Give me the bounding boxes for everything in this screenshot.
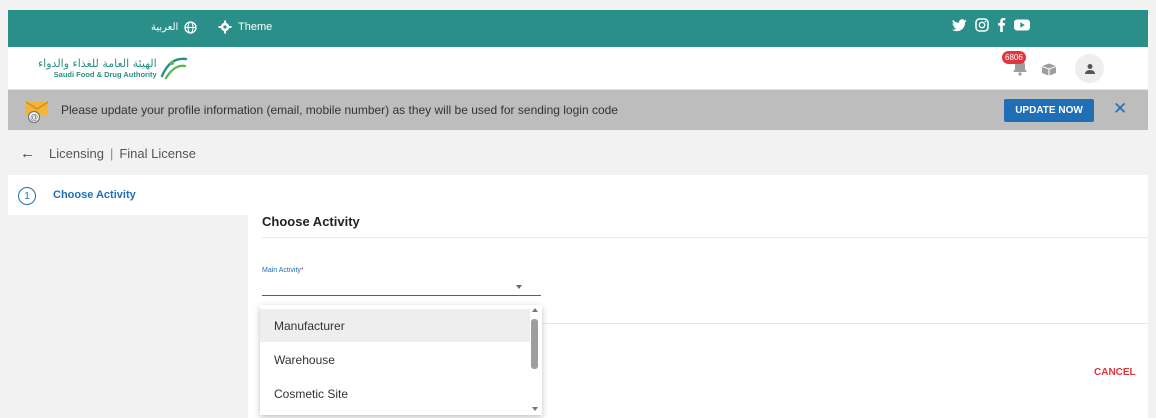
breadcrumb: ← Licensing | Final License bbox=[20, 145, 196, 162]
dropdown-arrow-icon bbox=[516, 285, 522, 289]
user-icon bbox=[1084, 63, 1095, 74]
update-now-button[interactable]: UPDATE NOW bbox=[1004, 99, 1094, 122]
option-manufacturer[interactable]: Manufacturer bbox=[260, 309, 530, 342]
youtube-icon[interactable] bbox=[1014, 19, 1030, 31]
theme-switch[interactable]: Theme bbox=[218, 20, 272, 34]
divider bbox=[262, 237, 1148, 238]
main-activity-label: Main Activity* bbox=[262, 267, 304, 274]
breadcrumb-separator: | bbox=[109, 146, 114, 161]
logo-english-text: Saudi Food & Drug Authority bbox=[53, 69, 157, 79]
notification-count-badge: 6806 bbox=[1002, 51, 1026, 64]
option-warehouse[interactable]: Warehouse bbox=[260, 343, 530, 376]
svg-text:@: @ bbox=[30, 113, 38, 122]
step-label: Choose Activity bbox=[53, 189, 136, 201]
close-icon[interactable]: ✕ bbox=[1113, 100, 1127, 117]
cancel-button[interactable]: CANCEL bbox=[1094, 367, 1136, 378]
social-links bbox=[952, 18, 1030, 32]
logo-arabic-text: الهيئة العامة للغذاء والدواء bbox=[38, 56, 157, 70]
scroll-down-arrow-icon[interactable] bbox=[532, 407, 538, 411]
scroll-up-arrow-icon[interactable] bbox=[532, 308, 538, 312]
package-icon[interactable] bbox=[1041, 63, 1057, 76]
required-mark: * bbox=[300, 267, 304, 274]
user-avatar-button[interactable] bbox=[1075, 54, 1104, 83]
globe-icon bbox=[184, 21, 197, 34]
mail-at-icon: @ bbox=[25, 101, 49, 123]
option-cosmetic-site[interactable]: Cosmetic Site bbox=[260, 377, 530, 410]
sfda-logo[interactable]: الهيئة العامة للغذاء والدواء Saudi Food … bbox=[38, 56, 188, 80]
twitter-icon[interactable] bbox=[952, 18, 967, 32]
gear-icon bbox=[218, 20, 232, 34]
breadcrumb-current: Final License bbox=[119, 146, 196, 161]
step-number: 1 bbox=[18, 187, 36, 205]
facebook-icon[interactable] bbox=[997, 18, 1006, 32]
divider bbox=[541, 323, 1148, 324]
profile-update-banner: @ Please update your profile information… bbox=[8, 90, 1148, 130]
language-switch[interactable]: العربية bbox=[151, 21, 197, 34]
breadcrumb-parent[interactable]: Licensing bbox=[49, 146, 104, 161]
sfda-mark-icon bbox=[160, 57, 187, 80]
top-bar: العربية Theme bbox=[8, 10, 1148, 47]
section-title: Choose Activity bbox=[262, 214, 360, 229]
app-header: الهيئة العامة للغذاء والدواء Saudi Food … bbox=[8, 47, 1148, 90]
instagram-icon[interactable] bbox=[975, 18, 989, 32]
back-arrow-icon[interactable]: ← bbox=[20, 145, 35, 162]
stepper-sidebar: 1 Choose Activity bbox=[8, 175, 248, 215]
select-underline bbox=[262, 295, 541, 296]
scrollbar-thumb[interactable] bbox=[531, 319, 538, 369]
notifications-button[interactable]: 6806 bbox=[1002, 51, 1029, 81]
theme-label: Theme bbox=[238, 21, 273, 33]
language-label: العربية bbox=[151, 22, 179, 33]
main-activity-options: Manufacturer Warehouse Cosmetic Site bbox=[260, 305, 542, 415]
banner-message: Please update your profile information (… bbox=[61, 103, 618, 117]
